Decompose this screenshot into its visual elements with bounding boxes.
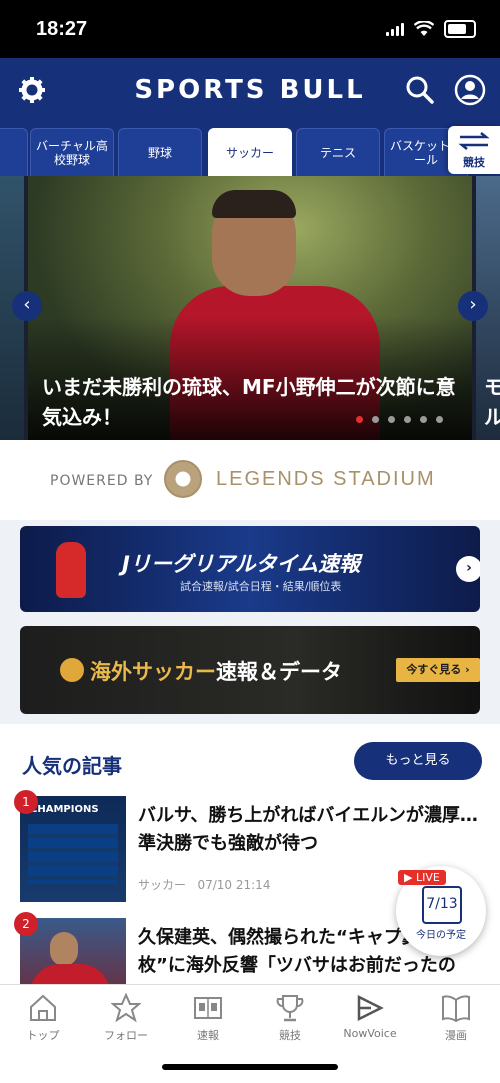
today-schedule-label: 今日の予定 [416, 930, 466, 941]
hero-headline[interactable]: いまだ未勝利の琉球、MF小野伸二が次節に意気込み！ [42, 372, 462, 432]
status-bar: 18:27 [0, 0, 500, 58]
carousel-dot[interactable] [356, 416, 363, 423]
battery-icon [444, 20, 476, 38]
swap-arrows-icon [458, 132, 490, 150]
jleague-realtime-banner[interactable]: Jリーグリアルタイム速報 試合速報/試合日程・結果/順位表 › [20, 526, 480, 612]
carousel-dot[interactable] [388, 416, 395, 423]
powered-by-banner[interactable]: POWERED BY LEGENDS STADIUM [0, 440, 500, 520]
foreign-soccer-banner[interactable]: 海外サッカー速報＆データ 今すぐ見る › [20, 626, 480, 714]
article-meta: サッカー 07/10 21:14 [138, 876, 270, 893]
star-icon [111, 993, 141, 1023]
today-schedule-button[interactable]: ▶ LIVE 7/13 今日の予定 [396, 866, 486, 956]
wifi-icon [414, 21, 434, 36]
tab-baseball[interactable]: 野球 [118, 128, 202, 176]
tab-virtual-koshien[interactable]: バーチャル高校野球 [30, 128, 114, 176]
trophy-icon [276, 995, 304, 1022]
carousel-dot[interactable] [436, 416, 443, 423]
player-hair [212, 190, 296, 218]
sport-swap-button[interactable]: 競技 [448, 126, 500, 174]
rank-badge: 2 [14, 912, 38, 936]
legends-stadium-logo [164, 460, 202, 498]
nav-nowvoice[interactable]: NowVoice [340, 993, 400, 1040]
jleague-banner-subtitle: 試合速報/試合日程・結果/順位表 [180, 580, 342, 593]
nav-scores-label: 速報 [197, 1029, 219, 1042]
tab-tennis[interactable]: テニス [296, 128, 380, 176]
tab-hidden-left[interactable] [0, 128, 28, 176]
carousel-prev-button[interactable]: ‹ [12, 291, 42, 321]
article-date: 07/10 21:14 [197, 878, 271, 892]
nav-top[interactable]: トップ [13, 993, 73, 1043]
article-headline: バルサ、勝ち上がればバイエルンが濃厚…準決勝でも強敵が待つ [138, 805, 478, 854]
carousel-dot[interactable] [372, 416, 379, 423]
nav-nowvoice-label: NowVoice [343, 1027, 397, 1040]
nav-manga[interactable]: 漫画 [426, 993, 486, 1043]
foreign-banner-title: 海外サッカー速報＆データ [90, 656, 342, 686]
carousel-dot[interactable] [404, 416, 411, 423]
status-time: 18:27 [36, 18, 88, 40]
carousel-next-button[interactable]: › [458, 291, 488, 321]
app-header: SPORTS BULL [0, 58, 500, 124]
nav-follow-label: フォロー [104, 1029, 148, 1042]
legends-stadium-text: LEGENDS STADIUM [216, 468, 436, 490]
nav-follow[interactable]: フォロー [96, 993, 156, 1043]
book-icon [442, 995, 470, 1023]
foreign-banner-title-accent: 海外サッカー [90, 660, 216, 684]
sport-tabs: バーチャル高校野球 野球 サッカー テニス バスケットボール [0, 124, 500, 176]
account-icon[interactable] [454, 74, 486, 106]
nowvoice-icon [357, 994, 384, 1022]
scoreboard-icon [194, 997, 222, 1019]
nav-scores[interactable]: 速報 [178, 993, 238, 1043]
carousel-dot[interactable] [420, 416, 427, 423]
rank-badge: 1 [14, 790, 38, 814]
home-icon [30, 994, 56, 1021]
see-more-button[interactable]: もっと見る [354, 742, 482, 780]
nav-sports-label: 競技 [279, 1029, 301, 1042]
mascot-figure [56, 542, 86, 598]
status-icons [386, 20, 476, 38]
home-indicator [162, 1064, 338, 1070]
powered-by-label: POWERED BY [50, 473, 154, 489]
live-badge-text: LIVE [415, 871, 440, 884]
hero-next-peek-text: モ ル [484, 375, 500, 429]
view-now-button[interactable]: 今すぐ見る › [396, 658, 480, 682]
jleague-banner-title: Jリーグリアルタイム速報 [122, 552, 361, 576]
live-badge: ▶ LIVE [398, 870, 446, 885]
nav-sports[interactable]: 競技 [260, 993, 320, 1043]
nav-manga-label: 漫画 [445, 1029, 467, 1042]
soccer-ball-icon [60, 658, 84, 682]
swap-label: 競技 [463, 156, 485, 169]
calendar-icon: 7/13 [422, 886, 462, 924]
section-title: 人気の記事 [22, 754, 122, 778]
nav-top-label: トップ [26, 1029, 60, 1042]
foreign-banner-title-rest: 速報＆データ [216, 660, 342, 684]
carousel-dots [356, 416, 443, 423]
tab-soccer[interactable]: サッカー [208, 128, 292, 176]
cellular-signal-icon [386, 22, 404, 36]
article-thumbnail: CHAMPIONS [20, 796, 126, 902]
search-icon[interactable] [404, 74, 436, 106]
article-category: サッカー [138, 878, 187, 892]
chevron-right-icon: › [456, 556, 480, 582]
